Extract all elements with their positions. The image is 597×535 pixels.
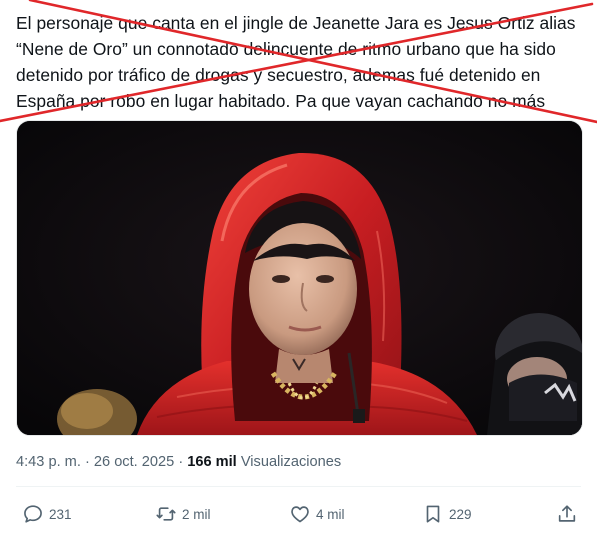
divider — [16, 486, 581, 487]
tweet-actions-bar: 231 2 mil 4 mil 229 — [0, 497, 597, 531]
tweet-text-line-1: El personaje que canta en el jingle de J… — [16, 13, 576, 33]
tweet-photo[interactable] — [16, 120, 583, 436]
meta-separator-2: · — [178, 454, 184, 470]
tweet-text-line-2: “Nene de Oro” un connotado delincuente d… — [16, 39, 556, 59]
reply-icon — [22, 503, 44, 525]
tweet-metadata: 4:43 p. m. · 26 oct. 2025 · 166 mil Visu… — [16, 454, 341, 470]
photo-person-in-red-hoodie — [17, 121, 582, 435]
repost-icon — [155, 503, 177, 525]
heart-icon — [289, 503, 311, 525]
reply-button[interactable]: 231 — [22, 502, 72, 526]
like-button[interactable]: 4 mil — [289, 502, 345, 526]
reply-count: 231 — [49, 506, 72, 522]
views-count: 166 mil — [187, 454, 237, 470]
repost-button[interactable]: 2 mil — [155, 502, 211, 526]
meta-separator: · — [84, 454, 90, 470]
tweet-text-line-4: España por robo en lugar habitado. Pa qu… — [16, 91, 546, 111]
bookmark-icon — [422, 503, 444, 525]
tweet-detail-view: El personaje que canta en el jingle de J… — [0, 0, 597, 535]
share-button[interactable] — [556, 502, 578, 526]
like-count: 4 mil — [316, 506, 345, 522]
tweet-text-line-3: detenido por tráfico de drogas y secuest… — [16, 65, 541, 85]
bookmark-count: 229 — [449, 506, 472, 522]
tweet-date[interactable]: 26 oct. 2025 — [94, 454, 174, 470]
bookmark-button[interactable]: 229 — [422, 502, 472, 526]
tweet-text: El personaje que canta en el jingle de J… — [16, 10, 586, 114]
share-icon — [556, 503, 578, 525]
repost-count: 2 mil — [182, 506, 211, 522]
tweet-time[interactable]: 4:43 p. m. — [16, 454, 81, 470]
views-label: Visualizaciones — [240, 454, 342, 470]
